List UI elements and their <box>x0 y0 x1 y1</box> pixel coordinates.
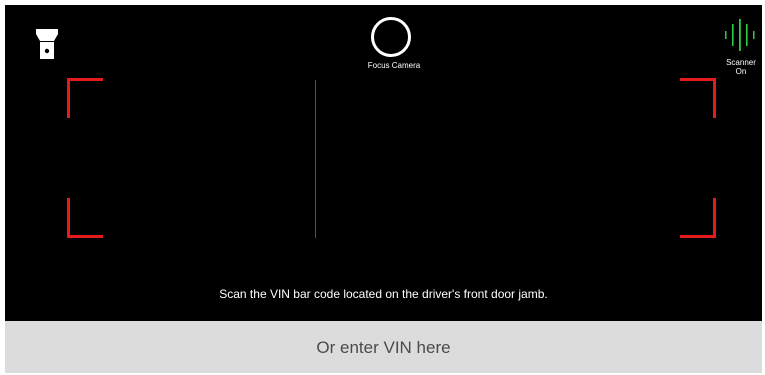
flashlight-icon <box>36 29 58 59</box>
scanner-label-line2: On <box>735 67 747 76</box>
camera-viewfinder[interactable]: Focus Camera Scanner On <box>5 5 762 321</box>
focus-camera-button[interactable]: Focus Camera <box>354 15 434 75</box>
enter-vin-label: Or enter VIN here <box>316 338 451 357</box>
flashlight-button[interactable] <box>33 27 61 61</box>
scanner-status-label: Scanner On <box>715 58 765 76</box>
enter-vin-button[interactable]: Or enter VIN here <box>5 321 762 373</box>
focus-camera-label: Focus Camera <box>367 61 421 70</box>
scan-instruction: Scan the VIN bar code located on the dri… <box>219 287 548 301</box>
scan-frame-corner-top-right <box>680 78 716 118</box>
vin-scanner-screen: Focus Camera Scanner On Scan the VIN bar… <box>0 0 765 375</box>
focus-ring-icon <box>371 17 411 57</box>
scanner-signal-icon <box>725 19 755 51</box>
scanner-label-line1: Scanner <box>726 58 756 67</box>
scan-line <box>315 80 316 238</box>
scan-frame-corner-bottom-right <box>680 198 716 238</box>
scanner-toggle[interactable]: Scanner On <box>715 17 765 81</box>
scan-frame-corner-top-left <box>67 78 103 118</box>
scan-frame-corner-bottom-left <box>67 198 103 238</box>
